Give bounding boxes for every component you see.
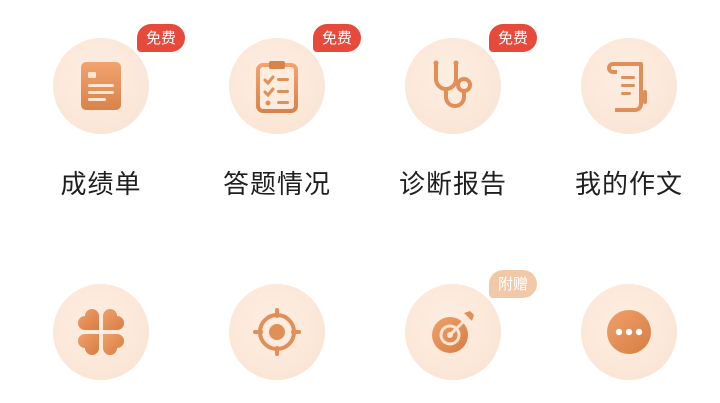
grid-item-answer-status[interactable]: 免费 答题情况	[212, 24, 361, 201]
feature-grid: 免费 成绩单 免费 答题情况 免费 诊断报告 我的作文 附赠	[0, 0, 720, 403]
icon-circle: 免费	[53, 24, 185, 134]
scroll-essay-icon	[607, 60, 651, 112]
grid-item-dart-target[interactable]: 附赠	[388, 270, 537, 380]
icon-circle: 附赠	[405, 270, 537, 380]
dart-target-icon	[428, 307, 478, 357]
grid-item-label: 成绩单	[60, 170, 142, 200]
icon-circle	[53, 284, 149, 380]
grid-item-apps[interactable]	[36, 284, 166, 380]
report-card-icon	[79, 60, 123, 112]
icon-circle: 免费	[229, 24, 361, 134]
clover-grid-icon	[77, 308, 125, 356]
grid-item-report-card[interactable]: 免费 成绩单	[36, 24, 185, 201]
stethoscope-icon	[428, 59, 478, 113]
icon-circle	[229, 284, 325, 380]
gift-badge: 附赠	[488, 270, 537, 298]
grid-item-label: 答题情况	[222, 170, 331, 200]
grid-item-label: 我的作文	[574, 170, 683, 200]
grid-item-label: 诊断报告	[398, 170, 507, 200]
grid-item-diagnosis-report[interactable]: 免费 诊断报告	[388, 24, 537, 201]
grid-item-my-essays[interactable]: 我的作文	[564, 38, 694, 201]
icon-circle: 免费	[405, 24, 537, 134]
grid-item-target[interactable]	[212, 284, 342, 380]
free-badge: 免费	[136, 24, 185, 52]
icon-circle	[581, 284, 677, 380]
more-icon	[605, 308, 653, 356]
grid-item-more[interactable]	[564, 284, 694, 380]
free-badge: 免费	[488, 24, 537, 52]
icon-circle	[581, 38, 677, 134]
target-icon	[251, 306, 303, 358]
free-badge: 免费	[312, 24, 361, 52]
clipboard-checklist-icon	[255, 59, 299, 113]
